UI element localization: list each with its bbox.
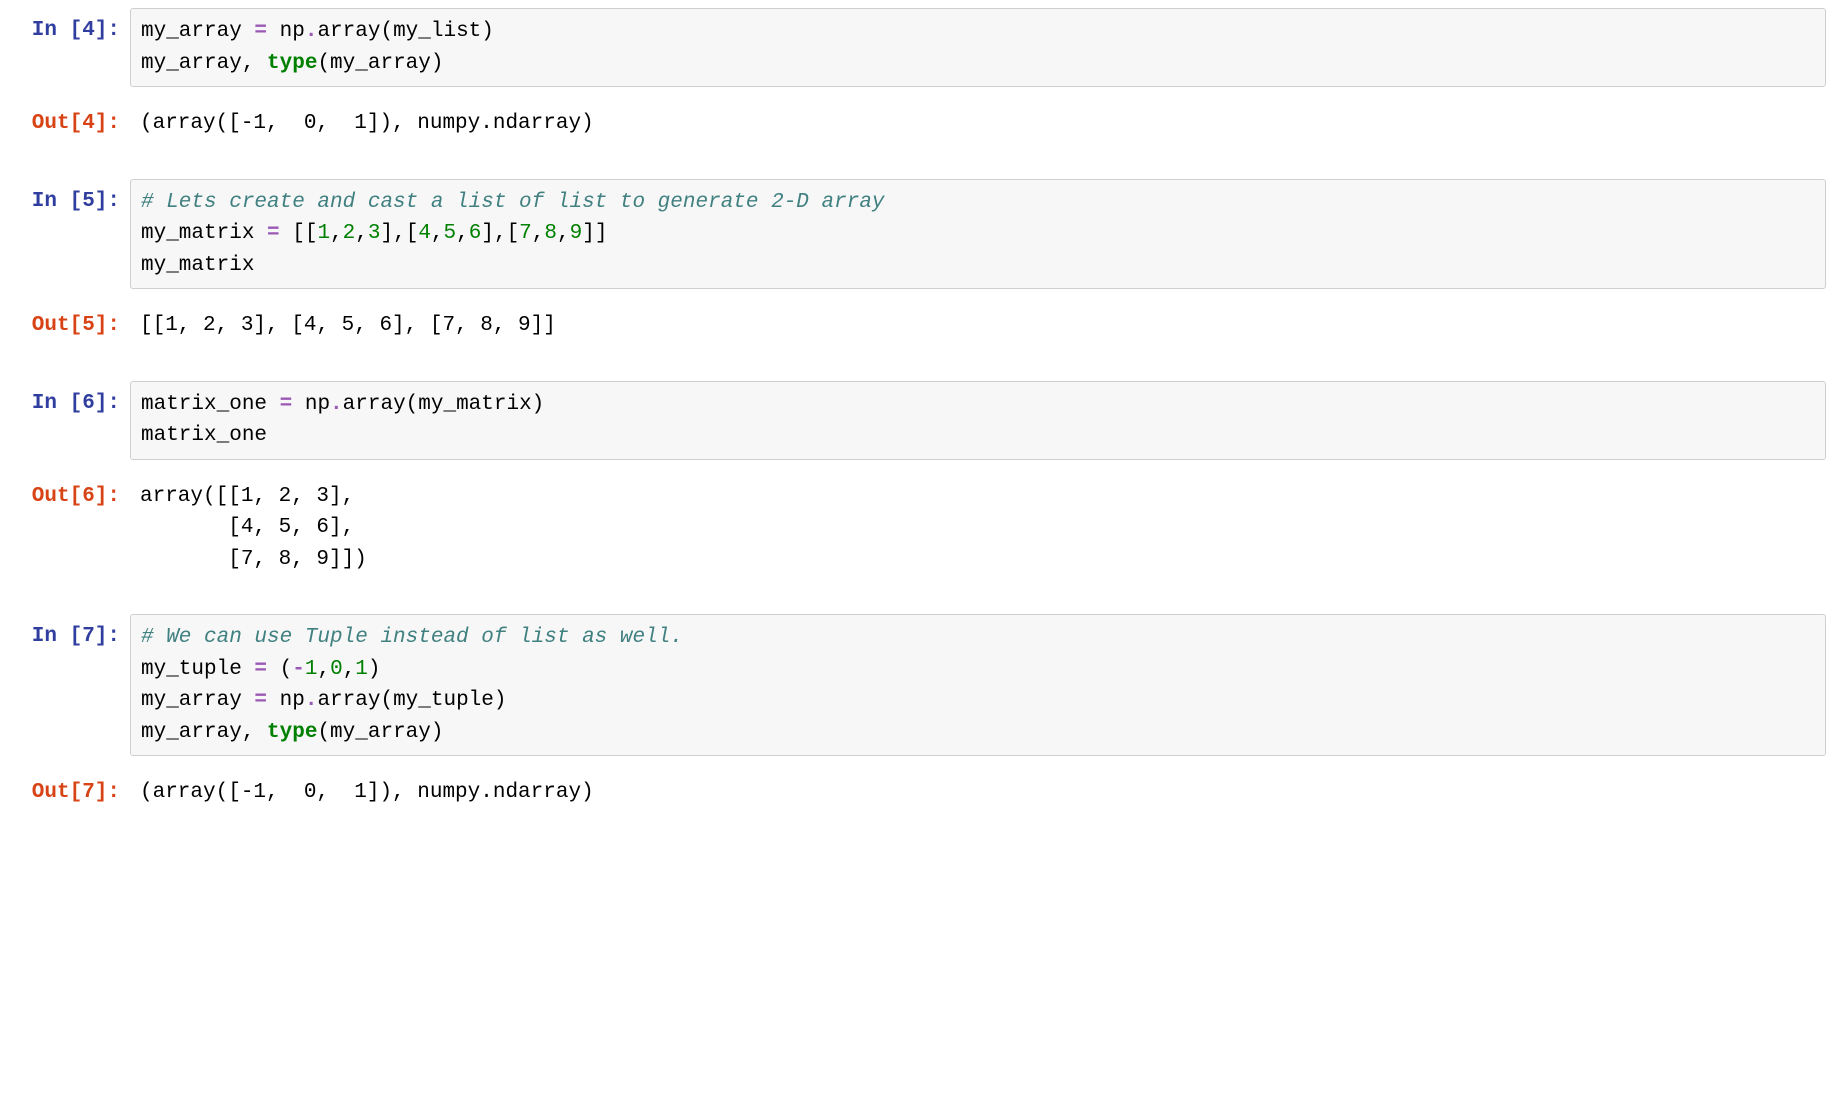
output-area-7: (array([-1, 0, 1]), numpy.ndarray)	[130, 770, 1826, 816]
code-area-6[interactable]: matrix_one = np.array(my_matrix) matrix_…	[130, 381, 1826, 460]
out-prompt-4: Out[4]:	[10, 101, 130, 147]
code-line: my_matrix = [[1,2,3],[4,5,6],[7,8,9]]	[141, 218, 1815, 250]
out-prompt-7: Out[7]:	[10, 770, 130, 816]
output-text: array([[1, 2, 3],	[140, 481, 1816, 513]
code-line: my_tuple = (-1,0,1)	[141, 654, 1815, 686]
code-line: my_matrix	[141, 250, 1815, 282]
output-text: [4, 5, 6],	[140, 512, 1816, 544]
code-line: # Lets create and cast a list of list to…	[141, 187, 1815, 219]
code-line: matrix_one	[141, 420, 1815, 452]
output-area-5: [[1, 2, 3], [4, 5, 6], [7, 8, 9]]	[130, 303, 1826, 349]
code-line: my_array = np.array(my_list)	[141, 16, 1815, 48]
code-line: # We can use Tuple instead of list as we…	[141, 622, 1815, 654]
code-line: matrix_one = np.array(my_matrix)	[141, 389, 1815, 421]
output-area-4: (array([-1, 0, 1]), numpy.ndarray)	[130, 101, 1826, 147]
input-cell-7[interactable]: In [7]: # We can use Tuple instead of li…	[10, 614, 1826, 756]
out-prompt-5: Out[5]:	[10, 303, 130, 349]
in-prompt-6: In [6]:	[10, 381, 130, 460]
in-prompt-5: In [5]:	[10, 179, 130, 290]
in-prompt-4: In [4]:	[10, 8, 130, 87]
output-text: (array([-1, 0, 1]), numpy.ndarray)	[140, 108, 1816, 140]
out-prompt-6: Out[6]:	[10, 474, 130, 583]
code-area-4[interactable]: my_array = np.array(my_list) my_array, t…	[130, 8, 1826, 87]
code-line: my_array, type(my_array)	[141, 717, 1815, 749]
code-area-5[interactable]: # Lets create and cast a list of list to…	[130, 179, 1826, 290]
input-cell-4[interactable]: In [4]: my_array = np.array(my_list) my_…	[10, 8, 1826, 87]
output-cell-6: Out[6]: array([[1, 2, 3], [4, 5, 6], [7,…	[10, 474, 1826, 583]
output-text: [7, 8, 9]])	[140, 544, 1816, 576]
output-text: [[1, 2, 3], [4, 5, 6], [7, 8, 9]]	[140, 310, 1816, 342]
in-prompt-7: In [7]:	[10, 614, 130, 756]
code-line: my_array = np.array(my_tuple)	[141, 685, 1815, 717]
output-area-6: array([[1, 2, 3], [4, 5, 6], [7, 8, 9]])	[130, 474, 1826, 583]
code-line: my_array, type(my_array)	[141, 48, 1815, 80]
output-cell-5: Out[5]: [[1, 2, 3], [4, 5, 6], [7, 8, 9]…	[10, 303, 1826, 349]
input-cell-6[interactable]: In [6]: matrix_one = np.array(my_matrix)…	[10, 381, 1826, 460]
output-cell-4: Out[4]: (array([-1, 0, 1]), numpy.ndarra…	[10, 101, 1826, 147]
output-cell-7: Out[7]: (array([-1, 0, 1]), numpy.ndarra…	[10, 770, 1826, 816]
code-area-7[interactable]: # We can use Tuple instead of list as we…	[130, 614, 1826, 756]
input-cell-5[interactable]: In [5]: # Lets create and cast a list of…	[10, 179, 1826, 290]
output-text: (array([-1, 0, 1]), numpy.ndarray)	[140, 777, 1816, 809]
